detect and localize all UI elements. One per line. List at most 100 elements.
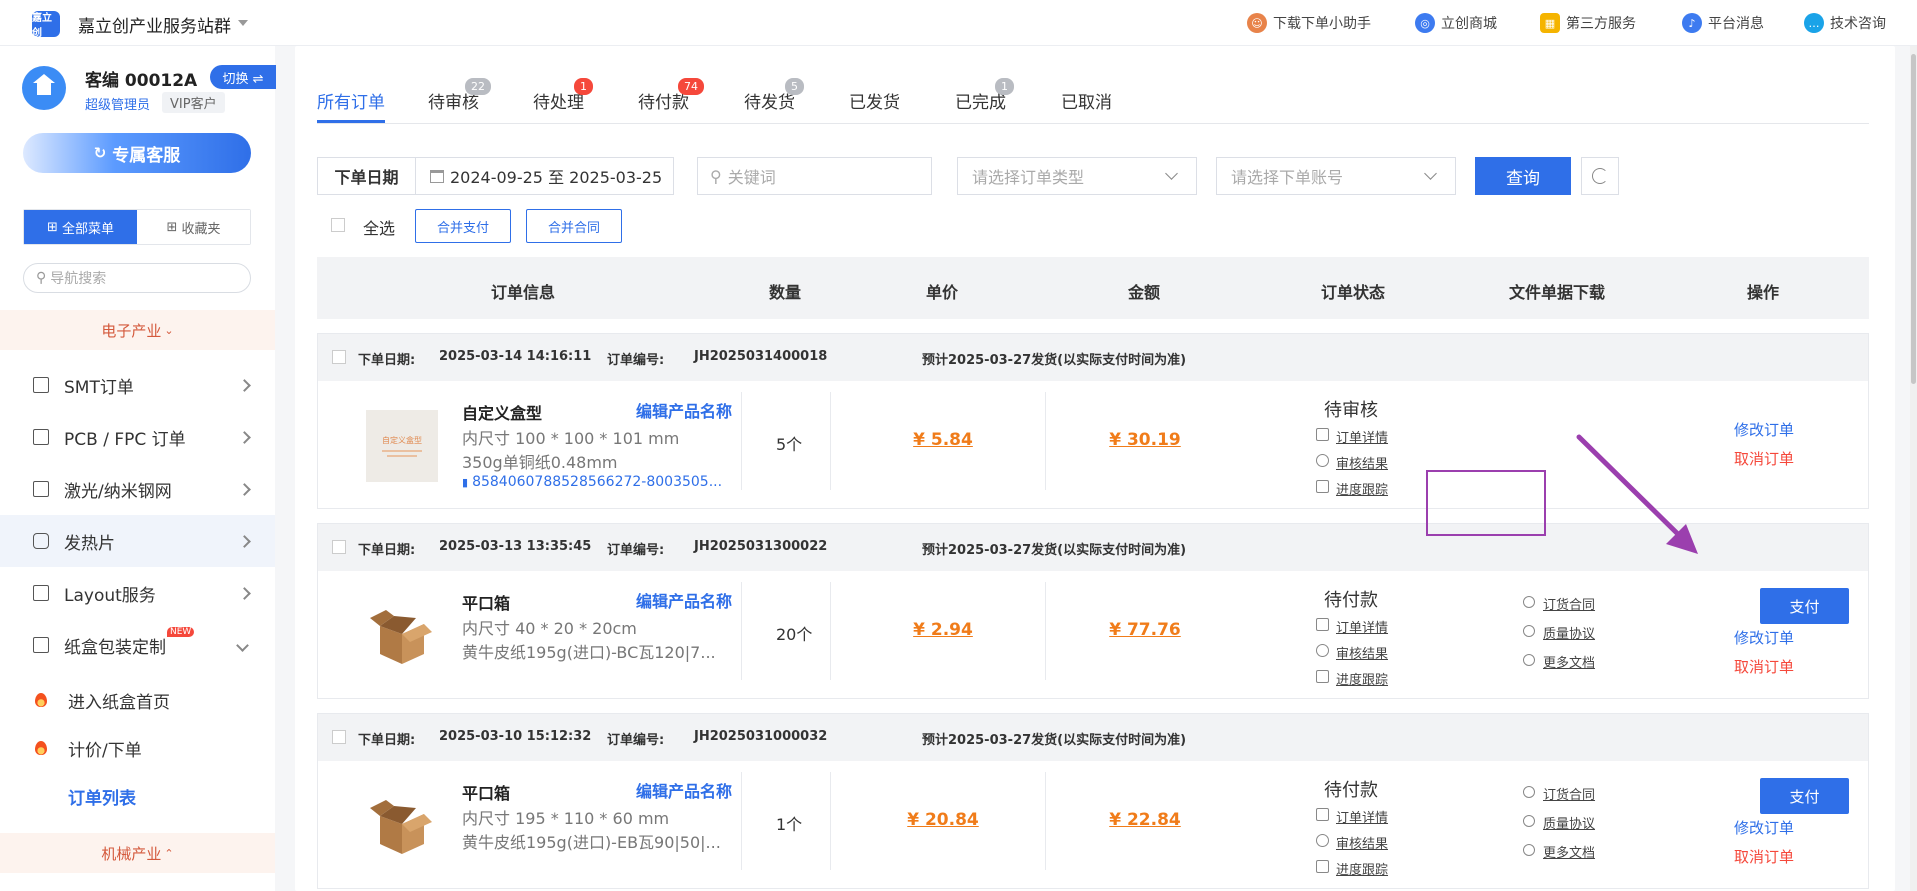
product-thumbnail[interactable]: 自定义盒型 [366,410,438,482]
tab-completed[interactable]: 已完成 1 [955,78,1014,113]
review-result-link[interactable]: 审核结果 [1316,453,1388,472]
order-type-select[interactable]: 请选择订单类型 [957,157,1197,195]
download-icon [1523,815,1535,827]
edit-product-name-link[interactable]: 编辑产品名称 [636,588,732,612]
sidebar-item-smt[interactable]: SMT订单 [0,359,275,411]
tech-consult-link[interactable]: … 技术咨询 [1804,13,1886,33]
order-detail-link[interactable]: 订单详情 [1316,427,1388,446]
product-material: 黄牛皮纸195g(进口)-BC瓦120|7... [462,643,716,662]
cardboard-box-image[interactable] [366,600,438,672]
dedicated-service-button[interactable]: ↻ 专属客服 [23,133,251,173]
group-electronics[interactable]: 电子产业 ⌄ [0,310,275,350]
box-icon [33,637,49,653]
quality-agreement-link[interactable]: 质量协议 [1523,813,1595,832]
cancel-order-link[interactable]: 取消订单 [1734,846,1794,867]
cardboard-box-image[interactable] [366,790,438,862]
chevron-down-icon [236,638,249,652]
more-documents-link[interactable]: 更多文档 [1523,842,1595,861]
sidebar-item-carton[interactable]: 纸盒包装定制 NEW [0,619,275,671]
progress-tracking-link[interactable]: 进度跟踪 [1316,859,1388,878]
order-date: 2025-03-10 15:12:32 [439,729,592,744]
tab-all-menu[interactable]: ⊞ 全部菜单 [24,210,137,244]
cancel-order-link[interactable]: 取消订单 [1734,448,1794,469]
app-title[interactable]: 嘉立创产业服务站群 [78,12,231,37]
grid-icon [33,481,49,497]
select-all-checkbox[interactable] [331,218,345,232]
order-checkbox[interactable] [332,540,346,554]
sidebar-item-heater[interactable]: 发热片 [0,515,275,567]
tab-all-orders[interactable]: 所有订单 [317,88,385,113]
sidebar-subitem-quote[interactable]: 计价/下单 [0,724,275,772]
quality-agreement-link[interactable]: 质量协议 [1523,623,1595,642]
sidebar-item-stencil[interactable]: 激光/纳米钢网 [0,463,275,515]
tab-pending-process[interactable]: 待处理 1 [533,78,593,113]
scrollbar[interactable] [1910,46,1917,891]
reset-button[interactable] [1581,157,1619,195]
modify-order-link[interactable]: 修改订单 [1734,419,1794,440]
query-button[interactable]: 查询 [1475,157,1571,195]
col-quantity: 数量 [768,283,802,302]
modify-order-link[interactable]: 修改订单 [1734,817,1794,838]
count-badge: 1 [995,78,1014,95]
tab-cancelled[interactable]: 已取消 [1061,88,1112,113]
sidebar-item-layout[interactable]: Layout服务 [0,567,275,619]
modify-order-link[interactable]: 修改订单 [1734,627,1794,648]
keyword-search-input[interactable]: ⚲ 关键词 [697,157,932,195]
third-party-link[interactable]: ▦ 第三方服务 [1540,13,1636,33]
more-documents-link[interactable]: 更多文档 [1523,652,1595,671]
chevron-right-icon [238,586,251,600]
more-icon [1523,654,1535,666]
order-detail-link[interactable]: 订单详情 [1316,617,1388,636]
flame-icon [35,693,47,707]
cancel-order-link[interactable]: 取消订单 [1734,656,1794,677]
order-detail-link[interactable]: 订单详情 [1316,807,1388,826]
progress-tracking-link[interactable]: 进度跟踪 [1316,669,1388,688]
download-icon [1523,596,1535,608]
date-range-filter[interactable]: 下单日期 2024-09-25 至 2025-03-25 [317,157,674,195]
review-result-link[interactable]: 审核结果 [1316,643,1388,662]
review-result-link[interactable]: 审核结果 [1316,833,1388,852]
chevron-down-icon[interactable] [238,20,248,26]
edit-product-name-link[interactable]: 编辑产品名称 [636,778,732,802]
progress-tracking-link[interactable]: 进度跟踪 [1316,479,1388,498]
app-logo[interactable]: 嘉立创 [32,11,60,39]
menu-tabs: ⊞ 全部菜单 ⊞ 收藏夹 [23,209,251,245]
pay-button[interactable]: 支付 [1760,778,1849,814]
sidebar-subitem-carton-home[interactable]: 进入纸盒首页 [0,676,275,724]
tab-shipped[interactable]: 已发货 [849,88,900,113]
edit-product-name-link[interactable]: 编辑产品名称 [636,398,732,422]
cube-icon [33,377,49,393]
pay-button[interactable]: 支付 [1760,588,1849,624]
count-badge: 74 [678,78,704,95]
order-checkbox[interactable] [332,730,346,744]
tab-pending-payment[interactable]: 待付款 74 [638,78,704,113]
switch-account-button[interactable]: 切换 ⇌ [210,65,276,89]
purchase-contract-link[interactable]: 订货合同 [1523,784,1595,803]
design-file-link[interactable]: ▮ 8584060788528566272-8003505... [462,474,722,490]
chevron-right-icon [238,430,251,444]
unit-price: ¥ 5.84 [913,430,973,450]
sidebar-subitem-order-list[interactable]: 订单列表 [0,772,275,820]
chevron-right-icon [238,378,251,392]
download-icon [1523,625,1535,637]
account-select[interactable]: 请选择下单账号 [1216,157,1456,195]
hourglass-icon [1316,670,1329,683]
tab-favorites[interactable]: ⊞ 收藏夹 [137,210,250,244]
group-machinery[interactable]: 机械产业 ⌃ [0,833,275,873]
download-assistant-link[interactable]: ☺ 下载下单小助手 [1247,13,1371,33]
purchase-contract-link[interactable]: 订货合同 [1523,594,1595,613]
avatar[interactable] [22,66,66,110]
chevron-down-icon [1165,167,1178,180]
nav-search-input[interactable]: ⚲ 导航搜索 [23,263,251,293]
merge-contract-button[interactable]: 合并合同 [526,209,622,243]
scrollbar-thumb[interactable] [1911,54,1916,384]
merge-pay-button[interactable]: 合并支付 [415,209,511,243]
ship-note: 预计2025-03-27发货(以实际支付时间为准) [922,733,1187,748]
messages-link[interactable]: ♪ 平台消息 [1682,13,1764,33]
mall-link[interactable]: ◎ 立创商城 [1415,13,1497,33]
order-checkbox[interactable] [332,350,346,364]
tab-pending-review[interactable]: 待审核 22 [428,78,491,113]
annotation-arrow-icon [1576,434,1698,554]
sidebar-item-pcb[interactable]: PCB / FPC 订单 [0,411,275,463]
tab-pending-ship[interactable]: 待发货 5 [744,78,804,113]
